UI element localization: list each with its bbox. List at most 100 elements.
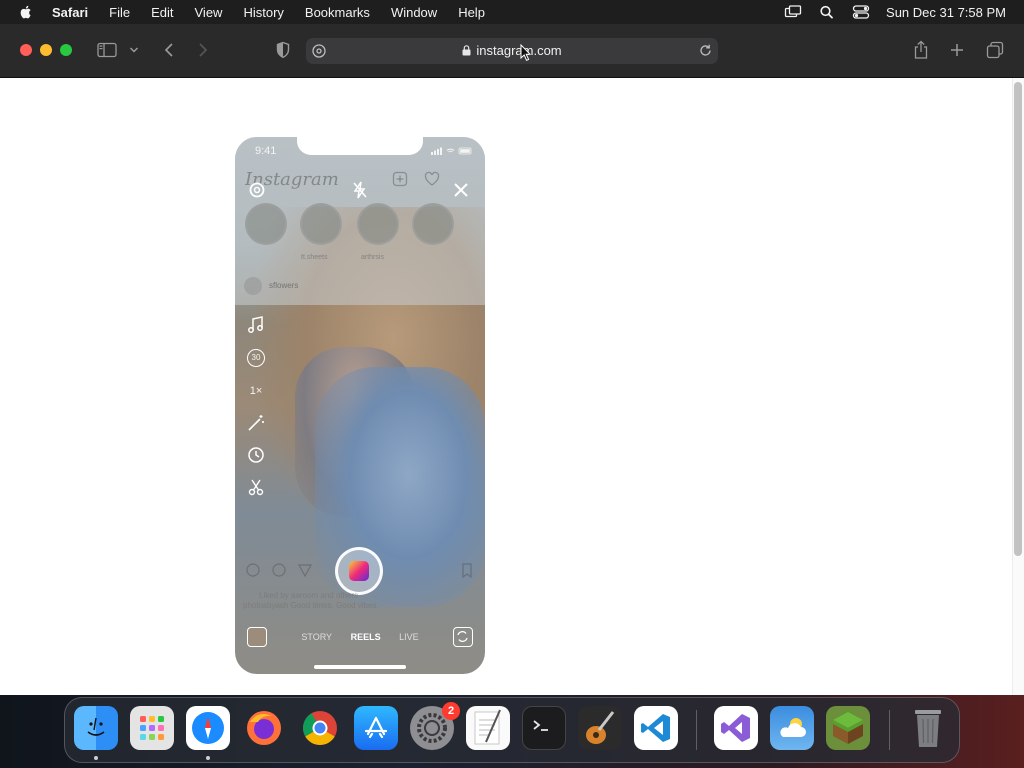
control-center-icon[interactable] [852, 5, 870, 19]
length-timer-label: 30 [247, 349, 265, 367]
dock-weather[interactable] [770, 706, 814, 750]
apple-menu-icon[interactable] [18, 4, 34, 20]
reload-icon[interactable] [698, 43, 713, 58]
menu-window[interactable]: Window [391, 5, 437, 20]
story-label: arthrsis [361, 254, 384, 261]
flash-off-icon[interactable] [350, 180, 370, 200]
notification-badge: 2 [442, 702, 460, 720]
web-page-content: 9:41 Instagram tt.sheets arthrsis sflowe… [0, 78, 1024, 695]
menu-edit[interactable]: Edit [151, 5, 173, 20]
safari-compass-icon [192, 712, 224, 744]
phone-status-icons [431, 147, 472, 155]
address-bar[interactable]: instagram.com [306, 38, 718, 64]
phone-mockup: 9:41 Instagram tt.sheets arthrsis sflowe… [235, 137, 485, 674]
mode-reels[interactable]: REELS [351, 632, 381, 642]
dock-finder[interactable] [74, 706, 118, 750]
speed-label[interactable]: 1× [245, 381, 267, 401]
dock-trash[interactable] [906, 706, 950, 750]
story-avatar [300, 203, 342, 245]
countdown-clock-icon[interactable] [245, 445, 267, 465]
forward-arrow-icon[interactable] [192, 40, 214, 60]
menu-clock[interactable]: Sun Dec 31 7:58 PM [886, 5, 1006, 20]
menu-bar: Safari File Edit View History Bookmarks … [0, 0, 1024, 24]
safari-window: instagram.com 9:41 Instagram tt.sheets a… [0, 24, 1024, 695]
camera-mode-selector: STORY REELS LIVE [235, 632, 485, 642]
chevron-down-icon[interactable] [126, 40, 142, 60]
dock-system-settings[interactable]: 2 [410, 702, 460, 750]
audio-music-note-icon[interactable] [245, 315, 267, 335]
dock-vscode[interactable] [634, 706, 678, 750]
textedit-pen-icon [474, 709, 501, 745]
close-camera-x-icon[interactable] [451, 180, 471, 200]
flip-camera-button[interactable] [453, 627, 473, 647]
chrome-icon [303, 711, 337, 745]
stories-row [245, 203, 475, 249]
dock-separator [889, 710, 890, 750]
menu-help[interactable]: Help [458, 5, 485, 20]
dock-app-store[interactable] [354, 706, 398, 750]
menu-file[interactable]: File [109, 5, 130, 20]
minecraft-grass-block-icon [833, 712, 863, 744]
dock-garageband[interactable] [578, 706, 622, 750]
dock-minecraft[interactable] [826, 706, 870, 750]
menu-app-name[interactable]: Safari [52, 5, 88, 20]
privacy-shield-icon[interactable] [272, 40, 294, 60]
running-indicator [206, 756, 210, 760]
running-indicator [94, 756, 98, 760]
launchpad-grid-icon [140, 716, 164, 740]
phone-time: 9:41 [255, 145, 277, 157]
home-indicator [314, 665, 406, 669]
dock-textedit[interactable] [466, 706, 510, 750]
firefox-icon [247, 711, 281, 745]
page-scrollbar[interactable] [1012, 78, 1024, 695]
mode-story[interactable]: STORY [301, 632, 332, 642]
menu-history[interactable]: History [243, 5, 283, 20]
sidebar-toggle-icon[interactable] [96, 40, 118, 60]
new-tab-plus-icon[interactable] [946, 40, 968, 60]
guitar-icon [586, 711, 615, 744]
story-avatar [245, 203, 287, 245]
tab-overview-icon[interactable] [984, 40, 1006, 60]
story-avatar [357, 203, 399, 245]
dock-safari[interactable] [186, 706, 230, 750]
dock: 2 [64, 697, 960, 763]
url-text: instagram.com [476, 43, 562, 58]
mode-live[interactable]: LIVE [399, 632, 419, 642]
new-post-plus-icon [392, 171, 408, 187]
app-store-icon [364, 716, 388, 739]
share-icon[interactable] [910, 40, 932, 60]
camera-settings-gear-icon[interactable] [247, 180, 267, 200]
dock-firefox[interactable] [242, 706, 286, 750]
vscode-icon [641, 714, 670, 742]
align-scissors-icon[interactable] [245, 477, 267, 497]
visual-studio-icon [721, 714, 750, 742]
finder-face-icon [87, 717, 105, 736]
menu-view[interactable]: View [195, 5, 223, 20]
dock-terminal[interactable] [522, 706, 566, 750]
flip-camera-icon [457, 631, 468, 642]
window-zoom-button[interactable] [60, 44, 72, 56]
dock-visual-studio[interactable] [714, 706, 758, 750]
post-caption: Liked by aaroom and others photosbyash G… [243, 588, 473, 614]
browser-toolbar: instagram.com [0, 24, 1024, 78]
feed-post-username: sflowers [269, 281, 299, 290]
length-timer-icon[interactable]: 30 [245, 349, 267, 369]
window-close-button[interactable] [20, 44, 32, 56]
terminal-prompt-icon [533, 720, 548, 731]
window-minimize-button[interactable] [40, 44, 52, 56]
effects-wand-icon[interactable] [245, 413, 267, 433]
lock-icon [462, 45, 471, 56]
dock-separator [696, 710, 697, 750]
story-label: tt.sheets [301, 254, 328, 261]
menu-bookmarks[interactable]: Bookmarks [305, 5, 370, 20]
spotlight-search-icon[interactable] [818, 5, 836, 19]
post-caption-text: photosbyash Good times. Good vibes. [243, 601, 379, 610]
dock-launchpad[interactable] [130, 706, 174, 750]
trash-can-icon [915, 710, 941, 747]
screen-mirroring-icon[interactable] [784, 5, 802, 19]
page-scrollbar-thumb[interactable] [1014, 82, 1022, 556]
story-avatar [412, 203, 454, 245]
phone-notch [297, 137, 423, 155]
back-arrow-icon[interactable] [158, 40, 180, 60]
dock-chrome[interactable] [298, 706, 342, 750]
